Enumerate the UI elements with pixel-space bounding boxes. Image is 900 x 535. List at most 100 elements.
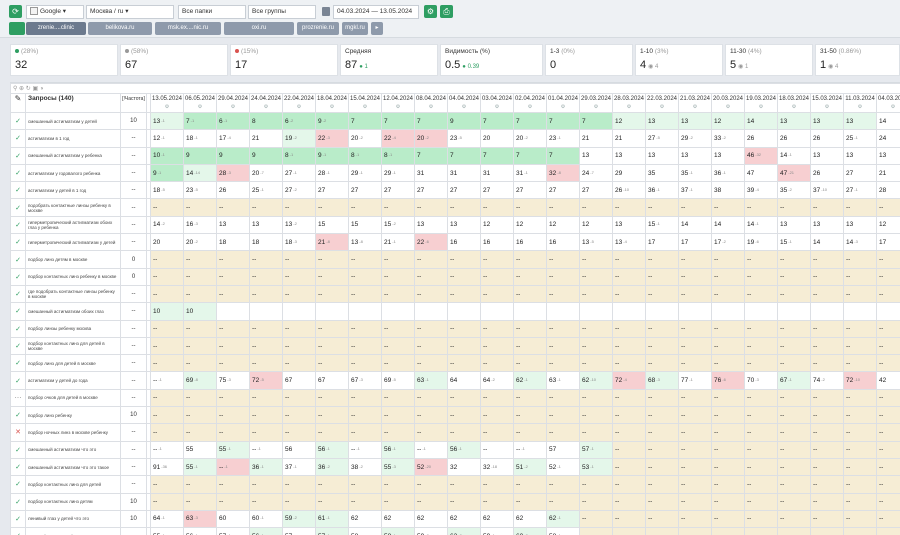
position-cell[interactable]: --	[612, 475, 646, 494]
position-cell[interactable]: --	[744, 336, 778, 356]
date-settings-icon[interactable]: ⚙	[482, 103, 513, 111]
position-cell[interactable]: 57-1	[315, 527, 349, 535]
position-cell[interactable]: 62	[348, 509, 382, 529]
date-range-field[interactable]: 04.03.2024 — 13.05.2024	[333, 5, 419, 19]
position-cell[interactable]: --	[315, 319, 349, 338]
position-cell[interactable]: --	[315, 354, 349, 373]
position-cell[interactable]: 39-4	[744, 181, 778, 200]
date-header[interactable]: 18.03.2024 ⚙	[777, 93, 811, 113]
check-icon[interactable]: ✓	[10, 111, 26, 131]
query-cell[interactable]: подбор контактных линз для детей	[25, 475, 121, 494]
position-cell[interactable]: 36-1	[249, 457, 283, 477]
date-header[interactable]: 01.04.2024 ⚙	[546, 93, 580, 113]
position-cell[interactable]: --	[447, 354, 481, 373]
position-cell[interactable]: --	[249, 475, 283, 494]
date-settings-icon[interactable]: ⚙	[284, 103, 315, 111]
position-cell[interactable]	[777, 302, 811, 321]
position-cell[interactable]: --	[480, 267, 514, 286]
query-cell[interactable]: астигматизм у годовалого ребенка	[25, 163, 121, 183]
position-cell[interactable]: --	[546, 250, 580, 269]
position-cell[interactable]: 18-5	[150, 181, 184, 200]
position-cell[interactable]: --	[843, 354, 877, 373]
position-cell[interactable]: --	[744, 198, 778, 217]
position-cell[interactable]: --	[216, 475, 250, 494]
position-cell[interactable]: --	[843, 492, 877, 511]
position-cell[interactable]: 9	[249, 146, 283, 165]
position-cell[interactable]: --	[480, 406, 514, 425]
position-cell[interactable]: --	[810, 319, 844, 338]
position-cell[interactable]: 56-1	[249, 527, 283, 535]
position-cell[interactable]: --	[612, 423, 646, 442]
query-cell[interactable]: смешанный астигматизм у ребенка	[25, 146, 121, 165]
position-cell[interactable]: --	[744, 319, 778, 338]
position-cell[interactable]: 15	[315, 215, 349, 235]
position-cell[interactable]: --	[183, 423, 217, 442]
position-cell[interactable]: 27	[480, 181, 514, 200]
position-cell[interactable]: --	[777, 440, 811, 459]
position-cell[interactable]: --	[612, 440, 646, 459]
position-cell[interactable]: 15-1	[645, 215, 679, 235]
position-cell[interactable]: --	[183, 284, 217, 304]
position-cell[interactable]: --	[810, 406, 844, 425]
date-settings-icon[interactable]: ⚙	[185, 103, 216, 111]
position-cell[interactable]: --	[348, 354, 382, 373]
position-cell[interactable]: 57-1	[579, 440, 613, 459]
position-cell[interactable]: 24	[875, 129, 900, 148]
position-cell[interactable]: 75-3	[216, 371, 250, 390]
position-cell[interactable]: 57-1	[216, 527, 250, 535]
position-cell[interactable]: 9	[447, 111, 481, 131]
position-cell[interactable]: --	[513, 250, 547, 269]
check-icon[interactable]: ✓	[10, 284, 26, 304]
check-icon[interactable]: ✓	[10, 457, 26, 477]
position-cell[interactable]: --	[711, 527, 745, 535]
position-cell[interactable]: --	[579, 319, 613, 338]
position-cell[interactable]: 27-2	[282, 181, 316, 200]
position-cell[interactable]: --	[183, 388, 217, 408]
position-cell[interactable]: --	[546, 336, 580, 356]
position-cell[interactable]: --	[315, 336, 349, 356]
position-cell[interactable]: 7	[546, 111, 580, 131]
position-cell[interactable]: --	[744, 250, 778, 269]
position-cell[interactable]: --	[183, 267, 217, 286]
position-cell[interactable]: --	[579, 527, 613, 535]
position-cell[interactable]: 12	[480, 215, 514, 235]
date-header[interactable]: 13.05.2024 ⚙	[150, 93, 184, 113]
date-settings-icon[interactable]: ⚙	[251, 103, 282, 111]
position-cell[interactable]: 22-6	[414, 233, 448, 252]
position-cell[interactable]: --	[744, 492, 778, 511]
date-settings-icon[interactable]: ⚙	[845, 103, 876, 111]
position-cell[interactable]: --	[777, 388, 811, 408]
position-cell[interactable]: 74-2	[810, 371, 844, 390]
position-cell[interactable]: --	[480, 475, 514, 494]
date-header[interactable]: 28.03.2024 ⚙	[612, 93, 646, 113]
position-cell[interactable]: 8-1	[381, 146, 415, 165]
date-settings-icon[interactable]: ⚙	[317, 103, 348, 111]
position-cell[interactable]: --	[810, 198, 844, 217]
position-cell[interactable]: --	[249, 388, 283, 408]
position-cell[interactable]: --	[414, 250, 448, 269]
position-cell[interactable]: --	[711, 388, 745, 408]
query-cell[interactable]: подбор линз ребенку	[25, 406, 121, 425]
position-cell[interactable]: --	[480, 198, 514, 217]
position-cell[interactable]: --	[612, 250, 646, 269]
position-cell[interactable]: --	[579, 492, 613, 511]
position-cell[interactable]: --	[381, 198, 415, 217]
position-cell[interactable]: --	[875, 354, 900, 373]
position-cell[interactable]: --	[875, 250, 900, 269]
check-icon[interactable]: ✓	[10, 509, 26, 529]
position-cell[interactable]: 13-1	[150, 111, 184, 131]
position-cell[interactable]	[282, 302, 316, 321]
position-cell[interactable]: --	[744, 267, 778, 286]
position-cell[interactable]: 62-1	[513, 371, 547, 390]
position-cell[interactable]: 23-1	[546, 129, 580, 148]
position-cell[interactable]: 17	[875, 233, 900, 252]
groups-select[interactable]: Все группы	[248, 5, 316, 19]
position-cell[interactable]: 21-8	[315, 233, 349, 252]
position-cell[interactable]: --	[645, 267, 679, 286]
position-cell[interactable]: --	[249, 406, 283, 425]
query-cell[interactable]: где подобрать контактные линзы ребенку в…	[25, 284, 121, 304]
position-cell[interactable]: --	[711, 440, 745, 459]
position-cell[interactable]: 12	[546, 215, 580, 235]
position-cell[interactable]: --	[645, 250, 679, 269]
position-cell[interactable]: 13	[414, 215, 448, 235]
